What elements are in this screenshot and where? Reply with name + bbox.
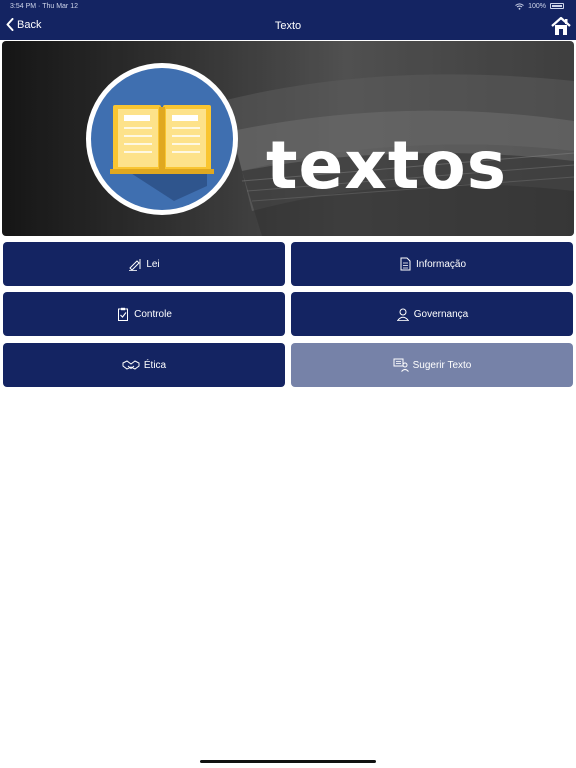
status-time: 3:54 PM: [10, 2, 37, 10]
tile-controle[interactable]: Controle: [3, 292, 285, 336]
banner-image: textos: [2, 41, 574, 236]
book-icon: [110, 105, 214, 174]
banner-title: textos: [266, 127, 508, 204]
tile-sugerir-texto[interactable]: Sugerir Texto: [291, 343, 573, 387]
person-icon: [396, 307, 410, 321]
tile-label: Informação: [415, 258, 467, 270]
suggest-icon: [393, 358, 409, 372]
wifi-icon: [515, 2, 524, 10]
status-right: 100%: [515, 3, 564, 10]
battery-icon: [550, 3, 564, 9]
back-label: Back: [17, 18, 42, 31]
tile-label: Lei: [146, 258, 160, 270]
handshake-icon: [122, 358, 140, 372]
tile-label: Governança: [413, 308, 469, 320]
pen-icon: [128, 257, 142, 271]
home-indicator[interactable]: [200, 760, 376, 763]
status-bar: 3:54 PM · Thu Mar 12 100%: [0, 0, 576, 12]
clipboard-check-icon: [116, 307, 130, 321]
tile-label: Controle: [134, 308, 172, 320]
page-title: Texto: [274, 20, 302, 32]
tile-etica[interactable]: Ética: [3, 343, 285, 387]
tile-informacao[interactable]: Informação: [291, 242, 573, 286]
chevron-left-icon: [6, 18, 14, 31]
tile-label: Ética: [143, 359, 167, 371]
back-button[interactable]: Back: [6, 18, 41, 31]
document-icon: [398, 257, 412, 271]
battery-percent: 100%: [528, 2, 546, 10]
tile-governanca[interactable]: Governança: [291, 292, 573, 336]
status-date: Thu Mar 12: [42, 2, 78, 10]
tile-lei[interactable]: Lei: [3, 242, 285, 286]
nav-bar: Back Texto: [0, 12, 576, 40]
home-button[interactable]: [551, 16, 571, 36]
status-time-date: 3:54 PM · Thu Mar 12: [10, 2, 78, 10]
tile-label: Sugerir Texto: [412, 359, 472, 371]
home-icon: [551, 16, 571, 35]
